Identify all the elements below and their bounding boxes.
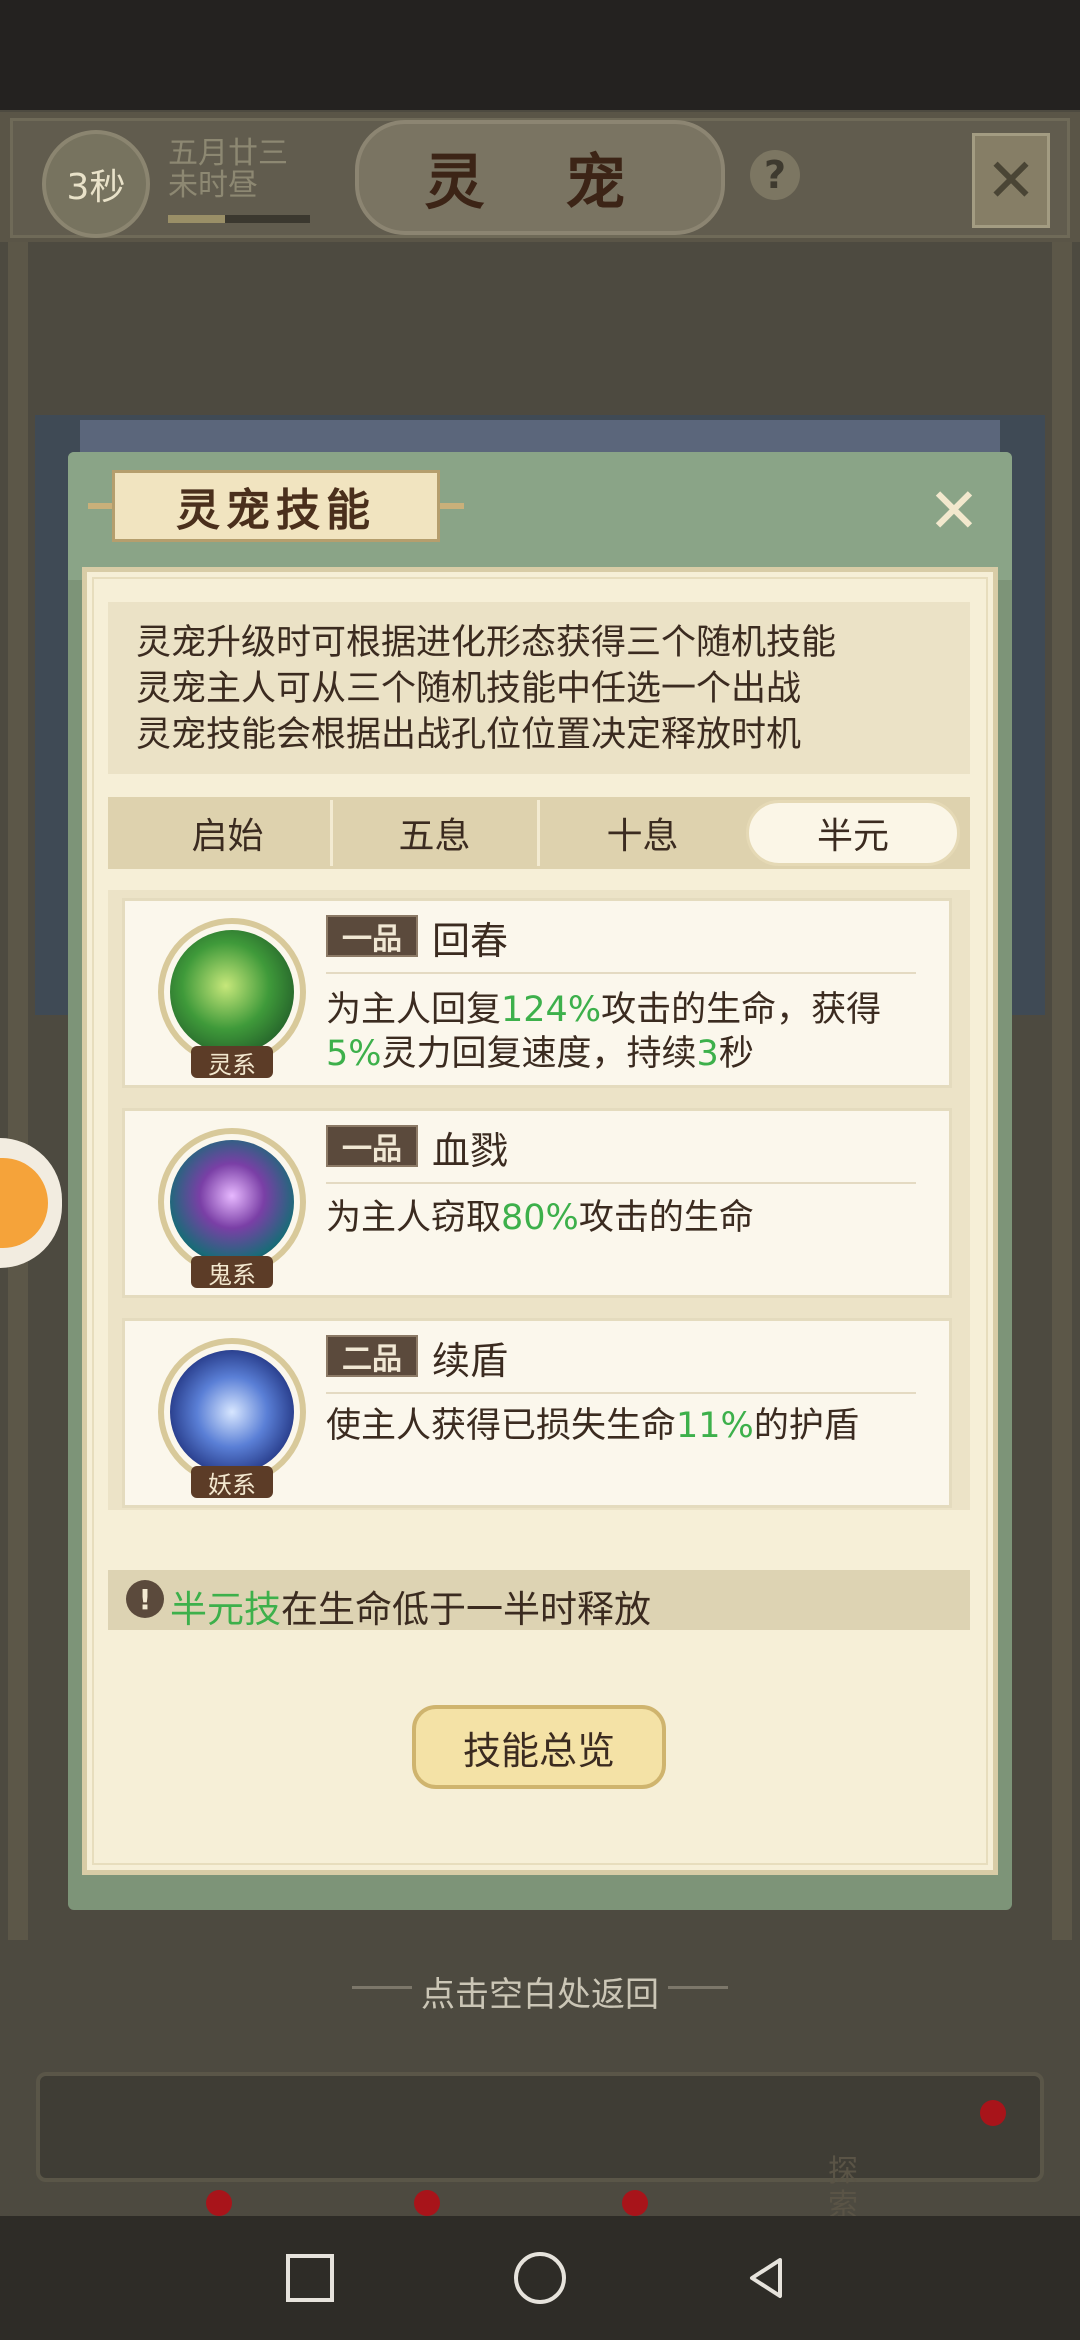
date-line-1: 五月廿三 [168,136,288,171]
effect-text: 为主人窃取 [326,1198,502,1238]
skill-name: 续盾 [432,1339,509,1383]
tab-wuxi[interactable]: 五息 [332,800,540,866]
tab-qishi[interactable]: 启始 [125,800,333,866]
top-status-area [0,0,1080,110]
page-title: 灵 宠 [424,148,656,218]
effect-text: 秒 [718,1034,754,1074]
crystal-blade-icon [170,1140,294,1264]
tab-shixi[interactable]: 十息 [540,800,745,866]
bottom-nav-frame [36,2072,1044,2182]
skill-name: 血戮 [432,1129,509,1173]
note-body: 在生命低于一半时释放 [281,1588,651,1631]
back-icon[interactable] [742,2254,790,2302]
effect-text: 为主人回复 [326,990,502,1030]
dialog-title: 灵宠技能 [176,485,376,536]
dialog-title-plate: 灵宠技能 [112,470,440,542]
tap-blank-hint: 点击空白处返回 [421,1975,659,2015]
effect-text: 攻击的生命 [578,1198,754,1238]
leaf-swirl-icon [170,930,294,1054]
effect-value: 80% [501,1198,579,1238]
skill-effect: 为主人窃取80%攻击的生命 [326,1196,926,1240]
effect-text: 灵力回复速度，持续 [381,1034,697,1074]
element-tag: 灵系 [191,1046,273,1079]
badge-dot [206,2190,232,2216]
release-note-text: 半元技在生命低于一半时释放 [170,1579,651,1633]
divider [326,972,916,974]
frame-right [1052,240,1072,1940]
skill-name: 回春 [432,919,509,963]
close-page-icon[interactable]: ✕ [972,133,1050,228]
timer-badge: 3秒 [42,130,150,238]
title-ornament-right [440,503,464,509]
tab-banyuan[interactable]: 半元 [746,800,960,866]
dialog-close-icon[interactable]: ✕ [918,474,990,547]
skill-effect: 使主人获得已损失生命11%的护盾 [326,1404,926,1448]
page-title-plate: 灵 宠 [355,120,725,235]
divider [326,1182,916,1184]
timer-text: 3秒 [66,167,126,208]
day-progress-fill [168,215,225,223]
description-line: 灵宠升级时可根据进化形态获得三个随机技能 [136,623,837,663]
badge-dot [622,2190,648,2216]
description-line: 灵宠主人可从三个随机技能中任选一个出战 [136,669,802,709]
effect-value: 124% [501,990,602,1030]
hint-ornament-right [668,1986,728,1989]
divider [326,1392,916,1394]
home-icon[interactable] [514,2252,566,2304]
effect-value: 3 [696,1034,719,1074]
effect-text: 的护盾 [753,1406,859,1446]
wolf-shield-icon [170,1350,294,1474]
skill-description: 灵宠升级时可根据进化形态获得三个随机技能 灵宠主人可从三个随机技能中任选一个出战… [108,602,970,774]
warning-icon: ! [126,1580,164,1618]
recents-icon[interactable] [286,2254,334,2302]
badge-dot [414,2190,440,2216]
note-highlight: 半元技 [170,1588,281,1631]
effect-text: 攻击的生命，获得 [601,990,882,1030]
game-date: 五月廿三 未时昼 [168,138,288,202]
title-ornament-left [88,503,112,509]
help-icon[interactable]: ? [750,150,800,200]
effect-value: 5% [326,1034,382,1074]
frame-left [8,240,28,1940]
grade-badge: 一品 [326,915,418,957]
description-line: 灵宠技能会根据出战孔位位置决定释放时机 [136,715,802,755]
skill-overview-button[interactable]: 技能总览 [412,1705,666,1789]
grade-badge: 二品 [326,1335,418,1377]
date-line-2: 未时昼 [168,168,258,203]
badge-dot [980,2100,1006,2126]
day-progress-bar [168,215,310,223]
grade-badge: 一品 [326,1125,418,1167]
effect-text: 使主人获得已损失生命 [326,1406,677,1446]
element-tag: 妖系 [191,1466,273,1499]
effect-value: 11% [676,1406,754,1446]
element-tag: 鬼系 [191,1256,273,1289]
skill-effect: 为主人回复124%攻击的生命，获得 5%灵力回复速度，持续3秒 [326,988,926,1076]
